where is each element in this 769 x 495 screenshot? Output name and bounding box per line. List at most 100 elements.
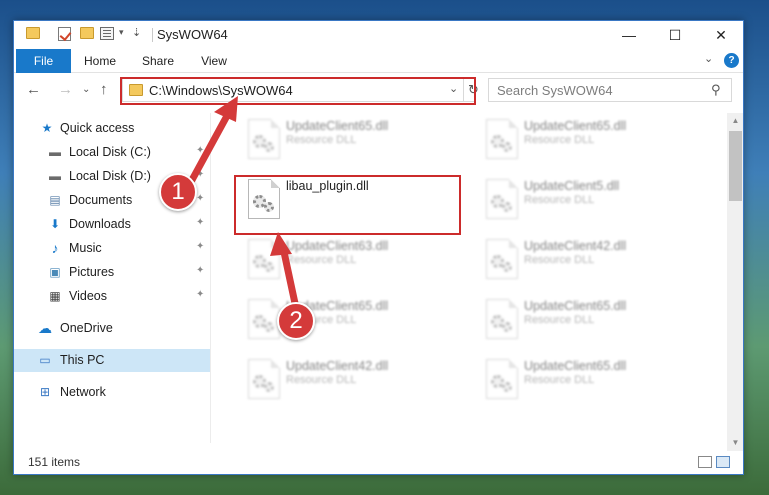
pin-icon[interactable]: ✦ <box>196 217 204 228</box>
file-type: Resource DLL <box>524 134 595 146</box>
tab-home[interactable]: Home <box>74 49 126 73</box>
dll-file-icon <box>486 239 518 279</box>
sidebar-item-local-disk-c[interactable]: ▬ Local Disk (C:) ✦ <box>14 141 210 164</box>
video-icon: ▦ <box>49 289 61 303</box>
pane-divider <box>210 113 211 443</box>
sidebar-item-label: Downloads <box>69 217 131 231</box>
sidebar-item-pictures[interactable]: ▣ Pictures ✦ <box>14 261 210 284</box>
sidebar-item-onedrive[interactable]: ☁ OneDrive <box>14 317 210 340</box>
recent-locations-icon[interactable]: ⌄ <box>82 84 90 95</box>
sidebar-item-music[interactable]: ♪ Music ✦ <box>14 237 210 260</box>
computer-icon: ▭ <box>39 353 51 367</box>
file-item[interactable]: UpdateClient65.dll Resource DLL <box>236 295 461 351</box>
scroll-down-icon[interactable]: ▼ <box>727 435 743 451</box>
file-item[interactable]: UpdateClient65.dll Resource DLL <box>474 115 699 171</box>
window-title: SysWOW64 <box>157 27 228 42</box>
scroll-up-icon[interactable]: ▲ <box>727 113 743 129</box>
folder-icon <box>26 27 40 39</box>
sidebar-item-label: Documents <box>69 193 133 207</box>
sidebar-item-label: This PC <box>60 353 105 367</box>
sidebar-item-downloads[interactable]: ⬇ Downloads ✦ <box>14 213 210 236</box>
pin-icon[interactable]: ✦ <box>196 193 204 204</box>
callout-badge-2: 2 <box>277 302 315 340</box>
tab-file[interactable]: File <box>16 49 71 73</box>
search-box[interactable]: ⚲ <box>488 78 732 102</box>
dll-file-icon <box>248 119 280 159</box>
details-view-icon[interactable] <box>698 456 712 468</box>
file-highlight-box <box>234 175 461 235</box>
file-item[interactable]: UpdateClient63.dll Resource DLL <box>236 235 461 291</box>
file-type: Resource DLL <box>524 194 595 206</box>
sidebar-item-label: Music <box>69 241 102 255</box>
large-icons-view-icon[interactable] <box>716 456 730 468</box>
file-item[interactable]: UpdateClient42.dll Resource DLL <box>474 235 699 291</box>
pin-icon[interactable]: ✦ <box>196 289 204 300</box>
file-item[interactable]: UpdateClient42.dll Resource DLL <box>236 355 461 411</box>
sidebar-item-label: Local Disk (C:) <box>69 145 151 159</box>
dll-file-icon <box>248 299 280 339</box>
scroll-thumb[interactable] <box>729 131 742 201</box>
search-input[interactable] <box>497 82 697 98</box>
file-type: Resource DLL <box>524 374 595 386</box>
dll-file-icon <box>486 299 518 339</box>
file-name: UpdateClient42.dll <box>286 359 389 373</box>
close-button[interactable]: ✕ <box>698 21 743 49</box>
forward-button[interactable]: → <box>58 81 73 98</box>
quick-access-dropdown-icon[interactable]: ▾ <box>119 27 124 38</box>
item-count: 151 items <box>28 455 81 469</box>
file-name: UpdateClient63.dll <box>286 239 389 253</box>
sidebar-item-label: Pictures <box>69 265 115 279</box>
file-item[interactable]: UpdateClient5.dll Resource DLL <box>474 175 699 231</box>
file-name: UpdateClient42.dll <box>524 239 627 253</box>
help-icon[interactable]: ? <box>724 53 739 68</box>
properties-check-icon[interactable] <box>58 27 71 41</box>
sidebar-item-videos[interactable]: ▦ Videos ✦ <box>14 285 210 308</box>
file-name: UpdateClient65.dll <box>524 359 627 373</box>
music-icon: ♪ <box>51 240 59 256</box>
download-icon: ⬇ <box>49 217 61 231</box>
pin-icon[interactable]: ✦ <box>196 145 204 156</box>
navigation-pane: ★ Quick access ▬ Local Disk (C:) ✦ ▬ Loc… <box>14 113 210 443</box>
title-bar: ▾ ⇣ SysWOW64 — ☐ ✕ <box>14 21 743 49</box>
pin-icon[interactable]: ✦ <box>196 241 204 252</box>
cloud-icon: ☁ <box>38 320 52 336</box>
sidebar-item-quick-access[interactable]: ★ Quick access <box>14 117 210 140</box>
tab-view[interactable]: View <box>188 49 240 73</box>
file-item[interactable]: UpdateClient65.dll Resource DLL <box>474 295 699 351</box>
up-button[interactable]: ↑ <box>100 81 108 98</box>
customize-toolbar-icon[interactable] <box>100 27 114 40</box>
pin-icon[interactable]: ✦ <box>196 265 204 276</box>
vertical-scrollbar[interactable]: ▲ ▼ <box>727 113 743 451</box>
file-name: UpdateClient65.dll <box>286 119 389 133</box>
sidebar-item-label: Videos <box>69 289 107 303</box>
expand-ribbon-icon[interactable]: ⌄ <box>704 52 713 65</box>
file-name: UpdateClient65.dll <box>524 299 627 313</box>
star-icon: ★ <box>41 121 53 135</box>
dll-file-icon <box>248 359 280 399</box>
document-icon: ▤ <box>49 193 61 207</box>
tab-share[interactable]: Share <box>132 49 184 73</box>
status-bar: 151 items <box>14 451 743 474</box>
title-separator <box>152 28 153 42</box>
sidebar-item-network[interactable]: ⊞ Network <box>14 381 210 404</box>
pictures-icon: ▣ <box>49 265 61 279</box>
file-type: Resource DLL <box>524 254 595 266</box>
sidebar-item-this-pc[interactable]: ▭ This PC <box>14 349 210 372</box>
dll-file-icon <box>248 239 280 279</box>
address-highlight-box <box>120 77 476 105</box>
minimize-button[interactable]: — <box>606 21 652 49</box>
file-list: UpdateClient65.dll Resource DLL UpdateCl… <box>224 113 724 443</box>
file-type: Resource DLL <box>286 254 357 266</box>
back-button[interactable]: ← <box>26 81 41 98</box>
file-name: UpdateClient5.dll <box>524 179 620 193</box>
file-item[interactable]: UpdateClient65.dll Resource DLL <box>236 115 461 171</box>
search-icon[interactable]: ⚲ <box>711 82 721 98</box>
pin-icon[interactable]: ✦ <box>196 169 204 180</box>
drive-icon: ▬ <box>49 145 61 159</box>
sidebar-item-label: Local Disk (D:) <box>69 169 151 183</box>
file-name: UpdateClient65.dll <box>524 119 627 133</box>
maximize-button[interactable]: ☐ <box>652 21 698 49</box>
qa-customize-chevron-icon[interactable]: ⇣ <box>132 26 141 39</box>
file-item[interactable]: UpdateClient65.dll Resource DLL <box>474 355 699 411</box>
new-folder-icon[interactable] <box>80 27 94 39</box>
